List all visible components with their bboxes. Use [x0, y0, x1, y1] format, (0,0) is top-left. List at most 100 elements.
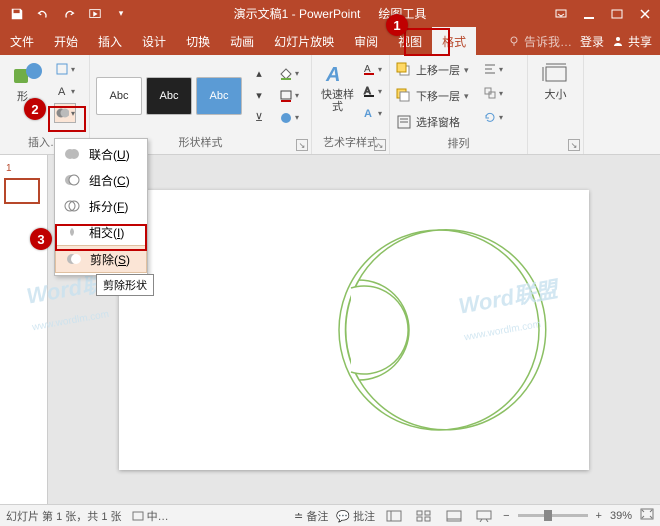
- menu-fragment[interactable]: 拆分(F): [55, 193, 147, 219]
- group-label-arrange: 排列: [396, 133, 521, 155]
- share-button[interactable]: 共享: [612, 33, 652, 50]
- start-from-beginning-button[interactable]: [84, 3, 106, 25]
- text-box-button[interactable]: A: [54, 81, 76, 101]
- comments-button[interactable]: 💬 批注: [336, 508, 375, 524]
- tab-slideshow[interactable]: 幻灯片放映: [264, 27, 344, 55]
- size-dialog-launcher[interactable]: ↘: [568, 139, 580, 151]
- shape-style-1[interactable]: Abc: [96, 77, 142, 115]
- tell-me-label: 告诉我…: [524, 33, 572, 50]
- shape-fill-button[interactable]: [278, 64, 300, 84]
- tab-file[interactable]: 文件: [0, 27, 44, 55]
- redo-button[interactable]: [58, 3, 80, 25]
- maximize-button[interactable]: [606, 3, 628, 25]
- tab-format[interactable]: 格式: [432, 27, 476, 55]
- slide-thumbnail-1[interactable]: [4, 178, 40, 204]
- status-bar: 幻灯片 第 1 张，共 1 张 中… ≐ 备注 💬 批注 − + 39%: [0, 504, 660, 526]
- close-button[interactable]: [634, 3, 656, 25]
- minimize-button[interactable]: [578, 3, 600, 25]
- slide-canvas[interactable]: [119, 190, 589, 470]
- shape-outline-button[interactable]: [278, 86, 300, 106]
- notes-button[interactable]: ≐ 备注: [294, 508, 328, 524]
- quick-styles-button[interactable]: A 快速样式: [318, 59, 357, 115]
- fit-to-window-button[interactable]: [640, 508, 654, 523]
- slideshow-view-button[interactable]: [473, 507, 495, 525]
- rotate-button[interactable]: [482, 107, 504, 127]
- zoom-out-button[interactable]: −: [503, 510, 509, 522]
- effects-icon: [279, 111, 293, 125]
- group-icon: [483, 86, 497, 100]
- tab-insert[interactable]: 插入: [88, 27, 132, 55]
- zoom-level[interactable]: 39%: [610, 510, 632, 522]
- combine-icon: [63, 171, 81, 189]
- gallery-down-button[interactable]: ▾: [248, 86, 270, 106]
- zoom-slider[interactable]: [518, 514, 588, 517]
- shape-styles-dialog-launcher[interactable]: ↘: [296, 139, 308, 151]
- selection-pane-icon: [396, 114, 412, 130]
- window-controls: [550, 3, 656, 25]
- text-fill-button[interactable]: A: [361, 59, 383, 79]
- selection-pane-button[interactable]: 选择窗格: [396, 111, 478, 133]
- shape-tools-stack: A: [54, 59, 76, 123]
- text-effects-button[interactable]: A: [361, 103, 383, 123]
- zoom-in-button[interactable]: +: [596, 510, 602, 522]
- gallery-more-button[interactable]: ⊻: [248, 108, 270, 128]
- wordart-dialog-launcher[interactable]: ↘: [374, 139, 386, 151]
- undo-button[interactable]: [32, 3, 54, 25]
- signin-link[interactable]: 登录: [580, 33, 604, 50]
- callout-3: 3: [30, 228, 52, 250]
- sorter-view-button[interactable]: [413, 507, 435, 525]
- menu-union[interactable]: 联合(U): [55, 141, 147, 167]
- arrange-main-col: 上移一层▾ 下移一层▾ 选择窗格: [396, 59, 478, 133]
- menu-combine[interactable]: 组合(C): [55, 167, 147, 193]
- share-label: 共享: [628, 33, 652, 50]
- group-button[interactable]: [482, 83, 504, 103]
- group-arrange: 上移一层▾ 下移一层▾ 选择窗格 排列: [390, 55, 528, 154]
- status-language[interactable]: 中…: [132, 508, 169, 524]
- menu-subtract[interactable]: 剪除(S): [55, 245, 147, 273]
- outline-icon: [279, 89, 293, 103]
- tab-animations[interactable]: 动画: [220, 27, 264, 55]
- svg-text:A: A: [58, 86, 66, 98]
- svg-text:A: A: [325, 64, 340, 86]
- ribbon-options-button[interactable]: [550, 3, 572, 25]
- status-slide-info: 幻灯片 第 1 张，共 1 张: [6, 508, 122, 524]
- shape-style-3[interactable]: Abc: [196, 77, 242, 115]
- intersect-icon: [63, 223, 81, 241]
- bring-forward-button[interactable]: 上移一层▾: [396, 59, 478, 81]
- quick-access-toolbar: ▾: [0, 3, 132, 25]
- tab-design[interactable]: 设计: [132, 27, 176, 55]
- send-backward-button[interactable]: 下移一层▾: [396, 85, 478, 107]
- status-right: ≐ 备注 💬 批注 − + 39%: [294, 507, 654, 525]
- save-button[interactable]: [6, 3, 28, 25]
- qat-customize-button[interactable]: ▾: [110, 3, 132, 25]
- tab-transitions[interactable]: 切换: [176, 27, 220, 55]
- callout-2: 2: [24, 98, 46, 120]
- text-outline-button[interactable]: A: [361, 81, 383, 101]
- tab-review[interactable]: 审阅: [344, 27, 388, 55]
- tab-home[interactable]: 开始: [44, 27, 88, 55]
- merge-shapes-button[interactable]: [54, 103, 76, 123]
- menu-intersect[interactable]: 相交(I): [55, 219, 147, 245]
- subtracted-circle-shape[interactable]: [329, 220, 549, 440]
- bring-forward-icon: [396, 62, 412, 78]
- svg-text:A: A: [364, 108, 372, 120]
- size-label: 大小: [545, 89, 567, 101]
- wordart-icon: A: [324, 61, 352, 87]
- size-button[interactable]: 大小: [534, 59, 577, 103]
- shape-effects-button[interactable]: [278, 108, 300, 128]
- group-size: 大小 ↘: [528, 55, 584, 154]
- tell-me-search[interactable]: 告诉我…: [508, 33, 572, 50]
- shapes-icon: [12, 61, 44, 89]
- quick-styles-label: 快速样式: [320, 89, 355, 113]
- edit-shape-button[interactable]: [54, 59, 76, 79]
- align-button[interactable]: [482, 59, 504, 79]
- arrange-side-col: [482, 59, 504, 127]
- reading-view-button[interactable]: [443, 507, 465, 525]
- document-title: 演示文稿1 - PowerPoint: [234, 5, 361, 22]
- slides-panel[interactable]: 1: [0, 155, 48, 504]
- gallery-up-button[interactable]: ▴: [248, 64, 270, 84]
- normal-view-button[interactable]: [383, 507, 405, 525]
- group-wordart-styles: A 快速样式 A A A 艺术字样式 ↘: [312, 55, 390, 154]
- shape-style-2[interactable]: Abc: [146, 77, 192, 115]
- shapes-gallery-button[interactable]: 形…: [6, 59, 50, 105]
